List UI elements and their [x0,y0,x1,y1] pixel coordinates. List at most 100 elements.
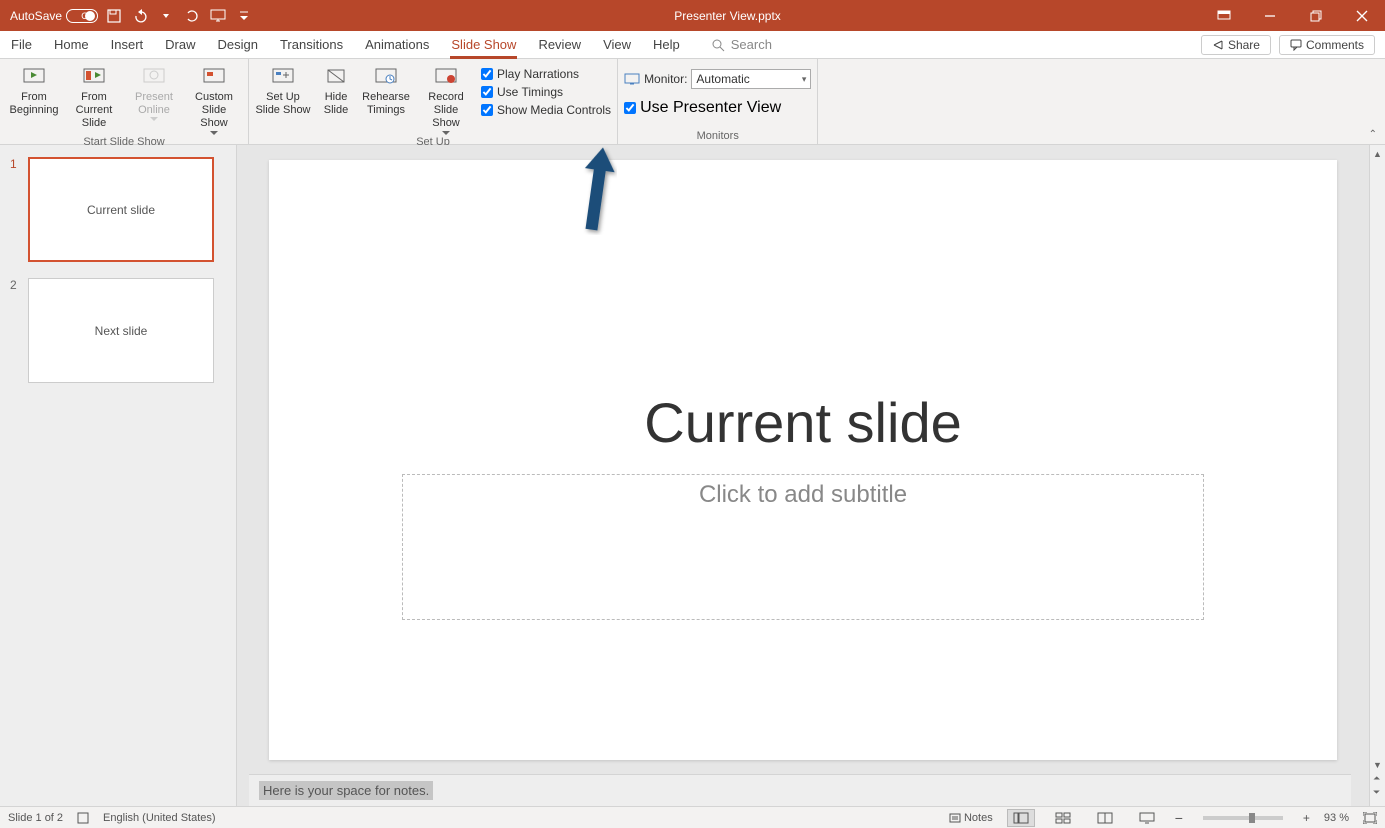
from-beginning-button[interactable]: From Beginning [6,63,62,136]
present-online-icon [142,65,166,89]
from-current-label: From Current Slide [66,91,122,131]
tab-draw[interactable]: Draw [154,31,206,58]
tab-home[interactable]: Home [43,31,100,58]
window-title: Presenter View.pptx [254,9,1201,23]
autosave-label: AutoSave [10,9,62,23]
set-up-label: Set Up Slide Show [255,91,310,117]
scroll-down-icon[interactable]: ▼ [1373,760,1382,770]
share-button[interactable]: Share [1201,35,1271,55]
present-from-start-icon[interactable] [208,6,228,26]
slide-title-placeholder[interactable]: Current slide [269,390,1337,455]
rehearse-button[interactable]: Rehearse Timings [361,63,411,136]
hide-slide-label: Hide Slide [324,91,348,117]
slide-counter[interactable]: Slide 1 of 2 [8,812,63,824]
slide-canvas[interactable]: Current slide Click to add subtitle [269,160,1337,760]
title-bar: AutoSave Off Presenter View.pptx [0,0,1385,31]
zoom-in-icon[interactable]: + [1303,811,1310,825]
notes-icon [949,813,961,823]
accessibility-icon[interactable] [77,812,89,824]
use-timings-checkbox[interactable]: Use Timings [481,85,611,99]
collapse-ribbon-icon[interactable]: ⌃ [1369,129,1377,140]
tab-review[interactable]: Review [527,31,592,58]
undo-dropdown-icon[interactable] [156,6,176,26]
thumb-image[interactable]: Next slide [28,278,214,383]
comment-icon [1290,39,1302,51]
play-narrations-checkbox[interactable]: Play Narrations [481,67,611,81]
annotation-arrow [577,145,617,235]
show-media-checkbox[interactable]: Show Media Controls [481,103,611,117]
language-status[interactable]: English (United States) [103,812,216,824]
zoom-thumb[interactable] [1249,813,1255,823]
notes-text[interactable]: Here is your space for notes. [259,781,433,800]
thumbnail-2[interactable]: 2 Next slide [0,274,236,395]
tab-transitions[interactable]: Transitions [269,31,354,58]
canvas-area: Current slide Click to add subtitle [237,145,1369,774]
sorter-view-icon[interactable] [1049,809,1077,827]
save-icon[interactable] [104,6,124,26]
status-bar: Slide 1 of 2 English (United States) Not… [0,806,1385,828]
slideshow-view-icon[interactable] [1133,809,1161,827]
tab-slide-show[interactable]: Slide Show [440,31,527,58]
hide-slide-button[interactable]: Hide Slide [315,63,357,136]
from-beginning-icon [22,65,46,89]
ribbon-display-icon[interactable] [1201,0,1247,31]
share-label: Share [1228,38,1260,52]
thumb-image[interactable]: Current slide [28,157,214,262]
search-box[interactable]: Search [711,37,772,52]
notes-pane[interactable]: Here is your space for notes. [249,774,1351,806]
vertical-scrollbar[interactable]: ▲ ▼ ⏶ ⏷ [1369,145,1385,806]
restore-icon[interactable] [1293,0,1339,31]
close-icon[interactable] [1339,0,1385,31]
custom-show-icon [202,65,226,89]
tab-animations[interactable]: Animations [354,31,440,58]
ribbon-group-monitors: Monitor: Automatic ▾ Use Presenter View … [618,59,818,144]
from-current-button[interactable]: From Current Slide [66,63,122,136]
tab-file[interactable]: File [0,31,43,58]
autosave-toggle[interactable]: AutoSave Off [10,9,98,23]
thumb-text: Current slide [87,203,155,217]
reading-view-icon[interactable] [1091,809,1119,827]
monitor-select[interactable]: Automatic ▾ [691,69,811,89]
zoom-out-icon[interactable]: − [1175,810,1183,826]
tab-view[interactable]: View [592,31,642,58]
custom-show-button[interactable]: Custom Slide Show [186,63,242,136]
hide-slide-icon [324,65,348,89]
monitor-value: Automatic [696,72,749,86]
present-online-button[interactable]: Present Online [126,63,182,136]
search-icon [711,38,725,52]
next-slide-icon[interactable]: ⏷ [1373,787,1380,798]
thumbnail-1[interactable]: 1 Current slide [0,153,236,274]
share-icon [1212,39,1224,51]
autosave-switch[interactable]: Off [66,9,98,23]
slide-editor: Current slide Click to add subtitle Here… [237,145,1369,806]
record-label: Record Slide Show [415,91,477,131]
search-placeholder: Search [731,37,772,52]
subtitle-text: Click to add subtitle [699,481,907,508]
record-button[interactable]: Record Slide Show [415,63,477,136]
record-icon [434,65,458,89]
set-up-button[interactable]: Set Up Slide Show [255,63,311,136]
use-presenter-checkbox[interactable]: Use Presenter View [624,99,811,117]
prev-slide-icon[interactable]: ⏶ [1373,773,1380,784]
from-beginning-label: From Beginning [10,91,59,117]
redo-icon[interactable] [182,6,202,26]
normal-view-icon[interactable] [1007,809,1035,827]
qat-customize-icon[interactable] [234,6,254,26]
undo-icon[interactable] [130,6,150,26]
zoom-slider[interactable] [1203,816,1283,820]
toggle-knob [85,11,95,21]
comments-button[interactable]: Comments [1279,35,1375,55]
slide-thumbnail-panel: 1 Current slide 2 Next slide [0,145,237,806]
scroll-up-icon[interactable]: ▲ [1373,149,1382,159]
tab-design[interactable]: Design [207,31,269,58]
chevron-down-icon: ▾ [802,74,807,85]
minimize-icon[interactable] [1247,0,1293,31]
use-timings-label: Use Timings [497,85,563,99]
slide-subtitle-placeholder[interactable]: Click to add subtitle [402,474,1204,620]
tab-help[interactable]: Help [642,31,691,58]
ribbon-group-start: From Beginning From Current Slide Presen… [0,59,249,144]
tab-insert[interactable]: Insert [100,31,155,58]
notes-button[interactable]: Notes [949,812,993,824]
fit-to-window-icon[interactable] [1363,812,1377,824]
zoom-percent[interactable]: 93 % [1324,812,1349,824]
